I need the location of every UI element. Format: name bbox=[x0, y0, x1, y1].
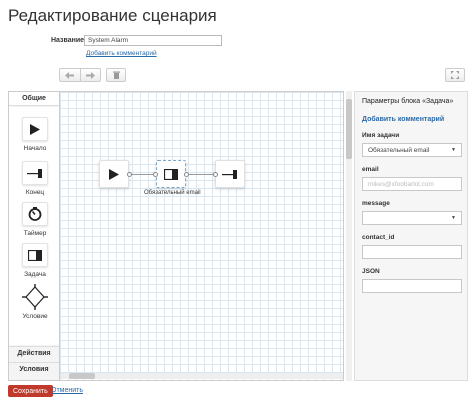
contact-id-field[interactable] bbox=[362, 245, 462, 259]
palette-item-label: Условие bbox=[22, 313, 48, 320]
json-field[interactable] bbox=[362, 279, 462, 293]
undo-icon bbox=[65, 71, 75, 79]
palette-items: Начало Конец Таймер Задача Условие bbox=[9, 107, 59, 345]
palette-item-label: Начало bbox=[23, 145, 47, 152]
end-icon bbox=[222, 169, 237, 179]
properties-title: Параметры блока «Задача» bbox=[362, 98, 454, 105]
field-label-json: JSON bbox=[362, 268, 380, 275]
output-port[interactable] bbox=[127, 172, 132, 177]
palette-item-label: Таймер bbox=[23, 230, 47, 237]
redo-button[interactable] bbox=[79, 69, 101, 81]
expand-icon bbox=[451, 71, 459, 79]
field-label-email: email bbox=[362, 166, 379, 173]
node-start[interactable] bbox=[99, 160, 129, 188]
horizontal-scrollbar[interactable] bbox=[61, 373, 343, 379]
properties-panel: Параметры блока «Задача» Добавить коммен… bbox=[354, 91, 468, 381]
task-icon bbox=[164, 168, 178, 180]
node-task-label: Обязательный email bbox=[144, 190, 201, 196]
name-label: Название bbox=[51, 37, 85, 44]
palette-item-task[interactable]: Задача bbox=[20, 243, 50, 278]
scrollbar-thumb[interactable] bbox=[346, 99, 352, 159]
palette-item-start[interactable]: Начало bbox=[20, 117, 50, 152]
task-name-select[interactable]: Обязательный email ▼ bbox=[362, 143, 462, 157]
delete-button[interactable] bbox=[106, 68, 126, 82]
tab-actions[interactable]: Действия bbox=[9, 346, 59, 360]
page-title: Редактирование сценария bbox=[8, 6, 217, 25]
palette-item-condition[interactable]: Условие bbox=[20, 284, 50, 320]
play-icon bbox=[22, 117, 48, 141]
tab-general[interactable]: Общие bbox=[9, 92, 59, 106]
palette-item-label: Конец bbox=[25, 189, 45, 196]
timer-icon bbox=[22, 202, 48, 226]
flow-canvas[interactable]: Обязательный email bbox=[60, 91, 344, 381]
task-icon bbox=[22, 243, 48, 267]
fit-screen-button[interactable] bbox=[445, 68, 465, 82]
palette-item-timer[interactable]: Таймер bbox=[20, 202, 50, 237]
tab-conditions[interactable]: Условия bbox=[9, 362, 59, 376]
field-label-contact-id: contact_id bbox=[362, 234, 395, 241]
properties-add-comment-link[interactable]: Добавить комментарий bbox=[362, 116, 460, 123]
chevron-down-icon: ▼ bbox=[451, 215, 456, 221]
input-port[interactable] bbox=[213, 172, 218, 177]
input-port[interactable] bbox=[153, 172, 158, 177]
add-comment-link[interactable]: Добавить комментарий bbox=[86, 50, 157, 57]
scenario-name-input[interactable]: System Alarm bbox=[84, 35, 222, 46]
node-end[interactable] bbox=[215, 160, 245, 188]
scrollbar-thumb[interactable] bbox=[69, 373, 95, 379]
message-select[interactable]: ▼ bbox=[362, 211, 462, 225]
undo-button[interactable] bbox=[60, 69, 80, 81]
save-button[interactable]: Сохранить bbox=[8, 385, 53, 397]
email-value: mikes@xfoobarlol.com bbox=[368, 180, 434, 188]
trash-icon bbox=[112, 71, 120, 79]
palette-item-end[interactable]: Конец bbox=[20, 161, 50, 196]
node-task[interactable] bbox=[156, 160, 186, 188]
field-label-task-name: Имя задачи bbox=[362, 132, 400, 139]
task-name-value: Обязательный email bbox=[368, 146, 430, 154]
output-port[interactable] bbox=[184, 172, 189, 177]
vertical-scrollbar[interactable] bbox=[346, 91, 352, 381]
redo-icon bbox=[85, 71, 95, 79]
field-label-message: message bbox=[362, 200, 390, 207]
condition-icon bbox=[22, 284, 48, 310]
cancel-link[interactable]: Отменить bbox=[51, 387, 83, 394]
email-field[interactable]: mikes@xfoobarlol.com bbox=[362, 177, 462, 191]
play-icon bbox=[109, 168, 119, 180]
palette-item-label: Задача bbox=[24, 271, 46, 278]
palette-panel: Общие Начало Конец Таймер Задача Условие… bbox=[8, 91, 60, 381]
undo-redo-group bbox=[59, 68, 101, 82]
end-icon bbox=[22, 161, 48, 185]
connector-line bbox=[186, 174, 216, 175]
chevron-down-icon: ▼ bbox=[451, 147, 456, 153]
